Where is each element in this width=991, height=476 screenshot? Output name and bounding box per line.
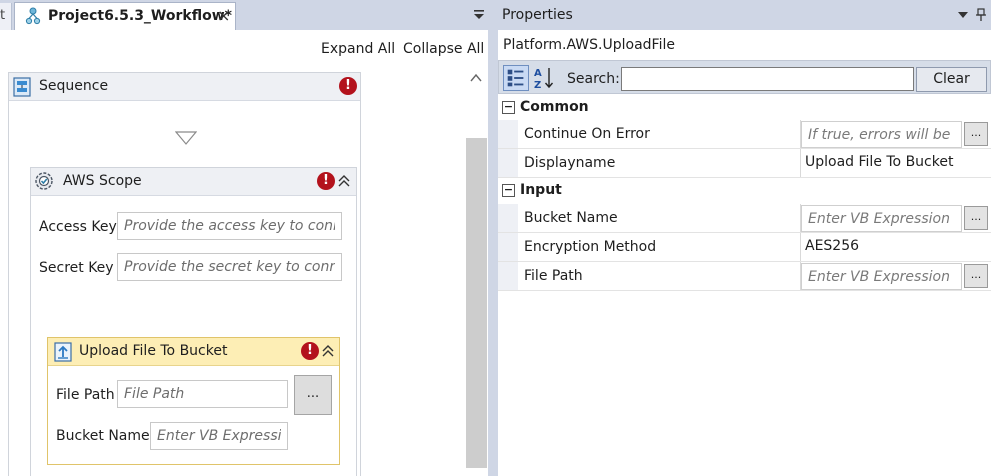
property-row-continue-on-error[interactable]: Continue On Error ... [498,120,991,149]
collapse-all-link[interactable]: Collapse All [403,41,484,57]
gear-icon [35,172,53,190]
expression-editor-button[interactable]: ... [964,122,988,146]
expand-all-link[interactable]: Expand All [321,41,395,57]
column-divider[interactable] [800,149,801,177]
sequence-icon [13,77,31,97]
category-common: − Common [498,96,991,120]
properties-title: Properties [502,7,573,23]
file-path-label: File Path [56,387,115,403]
upload-file-activity[interactable]: Upload File To Bucket ! File Path ... Bu… [47,337,340,465]
dropdown-arrow-icon[interactable] [472,8,486,22]
continue-on-error-input[interactable] [801,121,962,148]
browse-button[interactable]: ... [294,375,332,415]
row-gutter [498,120,518,148]
sequence-activity[interactable]: Sequence ! AWS Scope ! Access Key Provid… [8,72,361,476]
previous-tab[interactable]: t [0,3,12,30]
search-label: Search: [567,71,620,87]
category-input: − Input [498,179,991,203]
secret-key-label: Secret Key [39,260,114,276]
secret-key-input[interactable] [117,253,342,281]
tab-title: Project6.5.3_Workflow* [48,8,232,24]
property-name: Bucket Name [524,210,618,226]
properties-title-bar: Properties [498,0,991,30]
property-name: File Path [524,268,583,284]
file-path-property-input[interactable] [801,263,962,290]
selected-activity-type: Platform.AWS.UploadFile [503,37,675,53]
expand-collapse-bar: Expand All Collapse All [0,32,488,68]
pane-splitter[interactable] [488,0,498,476]
close-icon[interactable]: × [217,6,230,25]
svg-text:Z: Z [534,80,541,91]
dropdown-arrow-icon[interactable] [957,9,969,21]
sequence-header[interactable]: Sequence ! [9,73,360,101]
row-gutter [498,233,518,261]
row-gutter [498,204,518,232]
property-row-displayname[interactable]: Displayname Upload File To Bucket [498,149,991,178]
collapse-chevron-icon[interactable] [337,174,351,188]
displayname-value[interactable]: Upload File To Bucket [805,154,953,170]
collapse-category-toggle[interactable]: − [502,101,515,114]
sequence-title: Sequence [39,78,109,94]
properties-toolbar: A Z Search: Clear [498,60,991,94]
column-divider[interactable] [800,233,801,261]
property-name: Encryption Method [524,239,657,255]
search-input[interactable] [621,67,914,91]
alphabetical-sort-icon[interactable]: A Z [533,65,555,91]
workflow-icon [25,7,41,25]
scrollbar-thumb[interactable] [466,138,487,468]
property-name: Continue On Error [524,126,650,142]
encryption-method-value[interactable]: AES256 [805,238,859,254]
vertical-scrollbar[interactable] [465,68,487,476]
clear-button[interactable]: Clear [916,67,987,92]
file-path-input[interactable] [117,380,288,408]
access-key-input[interactable] [117,212,342,240]
svg-text:A: A [534,68,542,79]
error-icon[interactable]: ! [339,77,357,95]
previous-tab-label: t [0,8,6,23]
designer-canvas[interactable]: Sequence ! AWS Scope ! Access Key Provid… [0,68,465,476]
row-gutter [498,262,518,290]
category-label: Input [520,182,562,198]
drop-target-arrow-icon[interactable] [175,131,197,145]
bucket-name-label: Bucket Name [56,428,150,444]
collapse-category-toggle[interactable]: − [502,184,515,197]
scroll-up-icon[interactable] [469,72,483,84]
bucket-name-input[interactable] [150,422,288,450]
upload-icon [54,342,72,362]
categorized-view-button[interactable] [503,65,529,91]
category-label: Common [520,99,589,115]
upload-file-header[interactable]: Upload File To Bucket ! [48,338,339,366]
property-row-encryption-method[interactable]: Encryption Method AES256 [498,233,991,262]
access-key-label: Access Key [39,219,117,235]
aws-scope-header[interactable]: AWS Scope ! [31,168,356,196]
workflow-designer: t Project6.5.3_Workflow* × Expand All Co… [0,0,490,476]
upload-file-title: Upload File To Bucket [79,343,228,359]
property-name: Displayname [524,155,616,171]
error-icon[interactable]: ! [301,342,319,360]
property-row-bucket-name[interactable]: Bucket Name ... [498,204,991,233]
document-tab-bar: t Project6.5.3_Workflow* × [0,0,490,30]
collapse-chevron-icon[interactable] [321,344,335,358]
error-icon[interactable]: ! [317,172,335,190]
categorized-view-icon [507,69,524,87]
properties-panel: Properties Platform.AWS.UploadFile A Z S… [498,0,991,476]
expression-editor-button[interactable]: ... [964,264,988,288]
aws-scope-title: AWS Scope [63,173,142,189]
aws-scope-activity[interactable]: AWS Scope ! Access Key Secret Key [30,167,357,476]
bucket-name-property-input[interactable] [801,205,962,232]
tab-workflow[interactable]: Project6.5.3_Workflow* × [14,2,236,30]
pin-icon[interactable] [975,8,987,22]
expression-editor-button[interactable]: ... [964,206,988,230]
row-gutter [498,149,518,177]
property-row-file-path[interactable]: File Path ... [498,262,991,291]
